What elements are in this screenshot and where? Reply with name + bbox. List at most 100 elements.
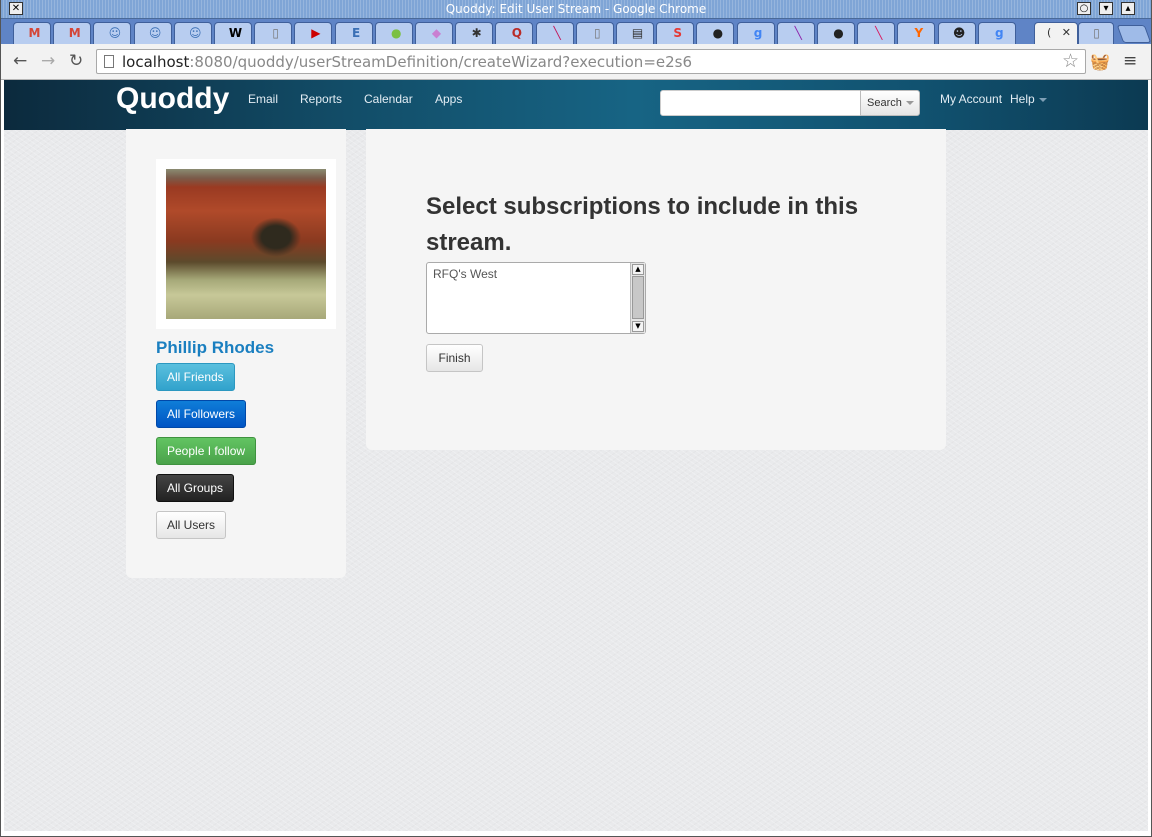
scroll-thumb[interactable]: [632, 276, 644, 319]
bookmark-star-icon[interactable]: ☆: [1062, 51, 1079, 71]
tab-close-icon[interactable]: ✕: [1062, 26, 1071, 39]
tab-feather[interactable]: ╲: [857, 22, 896, 44]
window-titlebar: ✕ Quoddy: Edit User Stream - Google Chro…: [0, 0, 1152, 19]
brand-logo[interactable]: Quoddy: [116, 81, 229, 117]
jenkins-icon: ☺: [189, 26, 202, 40]
search-button[interactable]: Search: [860, 90, 920, 116]
window-maximize-button[interactable]: ▴: [1121, 2, 1135, 15]
tab-gmail[interactable]: M: [53, 22, 92, 44]
blank-page-icon: ▯: [1093, 26, 1100, 40]
tab-s[interactable]: S: [656, 22, 695, 44]
new-tab-button[interactable]: [1116, 25, 1152, 43]
youtube-icon: ▶: [311, 26, 321, 40]
avatar-frame: [156, 159, 336, 329]
tab-github[interactable]: ●: [817, 22, 855, 44]
people-i-follow-button[interactable]: People I follow: [156, 437, 257, 465]
all-users-button[interactable]: All Users: [156, 511, 227, 539]
tab-google[interactable]: g: [977, 22, 1016, 44]
site-navbar: Quoddy Email Reports Calendar Apps Searc…: [4, 80, 1148, 130]
s-icon: S: [673, 26, 683, 40]
nav-calendar[interactable]: Calendar: [364, 91, 413, 107]
scroll-down-icon[interactable]: ▼: [632, 321, 644, 332]
calendar-icon: ▤: [631, 26, 644, 40]
reload-icon[interactable]: ↻: [69, 52, 83, 70]
listbox-scrollbar[interactable]: ▲ ▼: [630, 263, 645, 333]
window-restore-button[interactable]: ○: [1077, 2, 1091, 15]
url-host: localhost: [122, 53, 190, 71]
finish-button[interactable]: Finish: [426, 344, 483, 372]
window-title: Quoddy: Edit User Stream - Google Chrome: [445, 2, 707, 16]
tab-youtube[interactable]: ▶: [294, 22, 333, 44]
tab-google[interactable]: g: [736, 22, 775, 44]
chevron-down-icon: [905, 101, 914, 106]
tab-active[interactable]: ( ✕: [1034, 22, 1078, 44]
tag-icon: ◆: [431, 26, 442, 40]
feather-icon: ╲: [794, 26, 802, 40]
tab-tag[interactable]: ◆: [415, 22, 453, 44]
tab-blank[interactable]: ▯: [1078, 22, 1114, 44]
nav-reports[interactable]: Reports: [300, 91, 342, 107]
browser-toolbar: ← → ↻ localhost:8080/quoddy/userStreamDe…: [0, 44, 1152, 80]
jenkins-icon: ☺: [148, 26, 162, 40]
blank-page-icon: ▯: [272, 26, 279, 40]
chrome-menu-icon[interactable]: ≡: [1123, 51, 1137, 71]
tab-ycombinator[interactable]: Y: [897, 22, 936, 44]
my-account-link[interactable]: My Account: [940, 91, 1002, 107]
wikipedia-icon: W: [228, 26, 243, 40]
tab-jenkins[interactable]: ☺: [133, 22, 172, 44]
chevron-down-icon: [1038, 97, 1047, 102]
tab-green-badge[interactable]: ●: [374, 22, 413, 44]
help-label: Help: [1010, 92, 1035, 106]
tab-e[interactable]: E: [334, 22, 373, 44]
search-button-label: Search: [867, 97, 902, 109]
url-path: :8080/quoddy/userStreamDefinition/create…: [189, 53, 693, 71]
subscription-option[interactable]: RFQ's West: [433, 267, 497, 281]
blank-page-icon: ▯: [593, 26, 601, 40]
main-panel: Select subscriptions to include in this …: [366, 129, 946, 450]
gmail-icon: M: [68, 26, 81, 40]
all-groups-button[interactable]: All Groups: [156, 474, 235, 502]
subscriptions-listbox[interactable]: RFQ's West ▲ ▼: [426, 262, 646, 334]
search-input[interactable]: [660, 90, 864, 116]
nav-apps[interactable]: Apps: [435, 91, 462, 107]
e-icon: E: [351, 26, 361, 40]
window-minimize-button[interactable]: ▾: [1099, 2, 1113, 15]
jenkins-icon: ☺: [108, 26, 122, 40]
all-followers-button[interactable]: All Followers: [156, 400, 247, 428]
forward-arrow-icon[interactable]: →: [41, 52, 55, 70]
profile-sidebar: Phillip Rhodes All Friends All Followers…: [126, 129, 346, 578]
tab-jenkins[interactable]: ☺: [93, 22, 132, 44]
tab-feather[interactable]: ╲: [776, 22, 815, 44]
bug-icon: ✱: [471, 26, 482, 40]
tab-wikipedia[interactable]: W: [214, 22, 252, 44]
tab-feather[interactable]: ╲: [535, 22, 574, 44]
tab-blank-page[interactable]: ▯: [575, 22, 614, 44]
octocat-icon: ☻: [952, 26, 966, 40]
tab-github[interactable]: ●: [696, 22, 735, 44]
tab-blank-page[interactable]: ▯: [254, 22, 293, 44]
tab-bug[interactable]: ✱: [455, 22, 494, 44]
feather-icon: ╲: [875, 26, 883, 40]
tab-octocat[interactable]: ☻: [937, 22, 976, 44]
avatar[interactable]: [166, 169, 326, 319]
tab-active-label: (: [1047, 26, 1052, 39]
tab-gmail[interactable]: M: [13, 22, 51, 44]
user-name-link[interactable]: Phillip Rhodes: [156, 337, 274, 359]
scroll-up-icon[interactable]: ▲: [632, 264, 644, 275]
help-menu[interactable]: Help: [1010, 91, 1047, 107]
gmail-icon: M: [28, 26, 41, 40]
url-text[interactable]: localhost:8080/quoddy/userStreamDefiniti…: [122, 53, 692, 71]
extension-icon[interactable]: 🧺: [1090, 52, 1110, 71]
green-badge-icon: ●: [391, 26, 402, 40]
tab-strip: M M ☺ ☺ ☺ W ▯ ▶ E ● ◆ ✱ Q ╲ ▯ ▤ S ● g ╲ ● ╲ Y ☻ g ( ✕ ▯: [0, 19, 1152, 44]
nav-email[interactable]: Email: [248, 91, 278, 107]
back-arrow-icon[interactable]: ←: [13, 52, 27, 70]
feather-icon: ╲: [553, 26, 561, 40]
github-icon: ●: [712, 26, 724, 40]
ycombinator-icon: Y: [914, 26, 924, 40]
all-friends-button[interactable]: All Friends: [156, 363, 235, 391]
tab-jenkins[interactable]: ☺: [173, 22, 212, 44]
address-bar[interactable]: localhost:8080/quoddy/userStreamDefiniti…: [96, 49, 1086, 74]
tab-quora[interactable]: Q: [495, 22, 534, 44]
tab-calendar[interactable]: ▤: [616, 22, 654, 44]
